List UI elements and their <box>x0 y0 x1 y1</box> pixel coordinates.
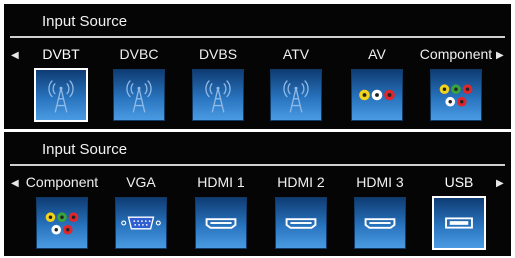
source-label: VGA <box>126 174 156 190</box>
source-item-hdmi-3[interactable]: HDMI 3 <box>341 170 419 254</box>
vga-connector-icon <box>115 197 167 249</box>
input-source-panel-1: Input Source ◀ DVBT DVBC DVBS ATV AV Com… <box>4 4 511 129</box>
source-label: DVBS <box>198 46 238 62</box>
source-item-dvbs[interactable]: DVBS <box>179 42 257 126</box>
source-label: HDMI 3 <box>356 174 404 190</box>
antenna-icon <box>34 68 88 122</box>
antenna-icon <box>192 69 244 121</box>
source-label: ATV <box>282 46 310 62</box>
panel-title: Input Source <box>42 141 128 158</box>
hdmi-connector-icon <box>275 197 327 249</box>
source-item-atv[interactable]: ATV <box>257 42 335 126</box>
title-divider <box>10 36 505 38</box>
source-item-component[interactable]: Component <box>417 42 495 126</box>
hdmi-connector-icon <box>195 197 247 249</box>
source-label: HDMI 1 <box>197 174 245 190</box>
antenna-icon <box>270 69 322 121</box>
source-item-vga[interactable]: VGA <box>102 170 180 254</box>
component-connector-icon <box>36 197 88 249</box>
source-label: Component <box>25 174 99 190</box>
source-item-av[interactable]: AV <box>338 42 416 126</box>
source-label: HDMI 2 <box>277 174 325 190</box>
title-divider <box>10 164 505 166</box>
source-label: AV <box>368 46 386 62</box>
hdmi-connector-icon <box>354 197 406 249</box>
source-item-dvbt[interactable]: DVBT <box>22 42 100 126</box>
scroll-left-arrow-icon[interactable]: ◀ <box>11 178 19 190</box>
source-item-hdmi-1[interactable]: HDMI 1 <box>182 170 260 254</box>
source-item-hdmi-2[interactable]: HDMI 2 <box>262 170 340 254</box>
source-label: USB <box>444 174 474 190</box>
usb-connector-icon <box>432 196 486 250</box>
source-label: DVBC <box>119 46 159 62</box>
source-item-usb[interactable]: USB <box>420 170 498 254</box>
antenna-icon <box>113 69 165 121</box>
input-source-panel-2: Input Source ◀ Component VGA HDMI 1 HDMI… <box>4 132 511 256</box>
scroll-right-arrow-icon[interactable]: ▶ <box>496 178 504 190</box>
source-label: Component <box>419 46 493 62</box>
scroll-right-arrow-icon[interactable]: ▶ <box>496 50 504 62</box>
source-item-dvbc[interactable]: DVBC <box>100 42 178 126</box>
scroll-left-arrow-icon[interactable]: ◀ <box>11 50 19 62</box>
rca-connector-icon <box>351 69 403 121</box>
component-connector-icon <box>430 69 482 121</box>
source-item-component[interactable]: Component <box>23 170 101 254</box>
source-label: DVBT <box>42 46 80 62</box>
panel-title: Input Source <box>42 13 128 30</box>
